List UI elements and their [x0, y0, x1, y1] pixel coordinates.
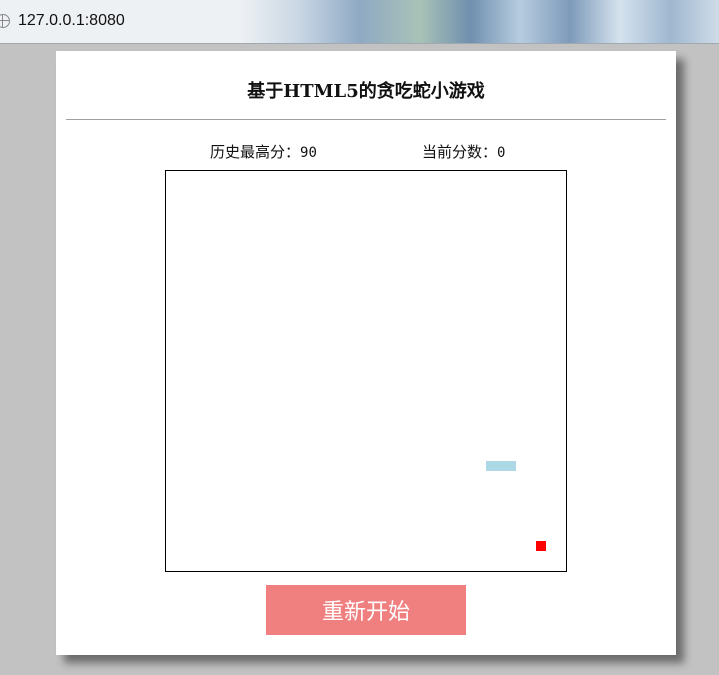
current-score-label: 当前分数：	[422, 143, 498, 161]
url-text: 127.0.0.1:8080	[18, 12, 125, 29]
browser-address-bar: 127.0.0.1:8080	[0, 0, 719, 44]
food-item	[536, 541, 546, 551]
restart-button[interactable]: 重新开始	[266, 585, 466, 635]
current-score: 当前分数：0	[422, 141, 505, 162]
game-panel: 基于HTML5的贪吃蛇小游戏 历史最高分：90 当前分数：0 重新开始	[56, 51, 676, 655]
current-score-value: 0	[497, 145, 506, 161]
url-field[interactable]: 127.0.0.1:8080	[0, 6, 230, 36]
high-score: 历史最高分：90	[210, 141, 317, 162]
high-score-value: 90	[300, 145, 317, 161]
snake-body	[486, 461, 516, 471]
page-title: 基于HTML5的贪吃蛇小游戏	[247, 81, 485, 102]
game-board[interactable]	[165, 170, 567, 572]
high-score-label: 历史最高分：	[210, 143, 301, 161]
globe-icon	[0, 14, 10, 28]
title-divider	[66, 119, 666, 120]
